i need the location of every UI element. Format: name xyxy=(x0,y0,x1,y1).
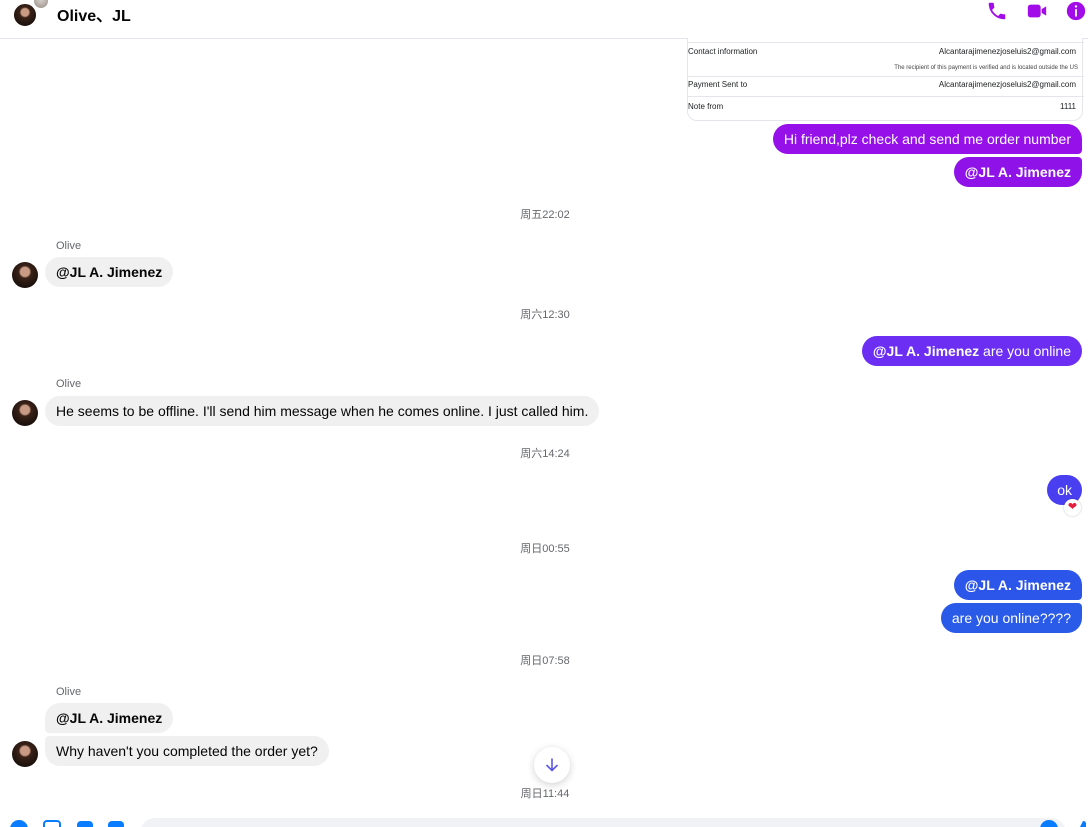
mention[interactable]: @JL A. Jimenez xyxy=(873,343,979,359)
sender-name: Olive xyxy=(56,240,82,252)
avatar[interactable] xyxy=(12,262,38,288)
arrow-down-icon xyxy=(546,758,558,772)
message-outgoing[interactable]: are you online???? xyxy=(940,603,1082,633)
composer-bar xyxy=(0,808,1088,827)
note-label: Note from xyxy=(688,102,724,111)
verified-note: The recipient of this payment is verifie… xyxy=(894,65,1078,71)
timestamp: 周五22:02 xyxy=(520,209,570,221)
message-outgoing[interactable]: Hi friend,plz check and send me order nu… xyxy=(772,124,1082,154)
timestamp: 周六12:30 xyxy=(520,309,570,321)
avatar-primary xyxy=(12,2,38,28)
message-outgoing[interactable]: @JL A. Jimenez xyxy=(953,157,1082,187)
avatar[interactable] xyxy=(12,741,38,767)
timestamp: 周六14:24 xyxy=(520,448,570,460)
conversation-title[interactable]: Olive、JL xyxy=(57,2,131,26)
plus-icon[interactable] xyxy=(10,820,28,827)
heart-reaction-icon[interactable]: ❤ xyxy=(1064,499,1081,516)
avatar[interactable] xyxy=(12,400,38,426)
emoji-icon[interactable] xyxy=(1040,820,1058,827)
contact-value: Alcantarajimenezjoseluis2@gmail.com xyxy=(938,47,1076,56)
messenger-window: Olive、JL Contact information Alcantaraji… xyxy=(0,0,1088,827)
contact-label: Contact information xyxy=(688,47,758,56)
gif-icon[interactable] xyxy=(107,820,125,827)
timestamp: 周日07:58 xyxy=(520,655,570,667)
divider xyxy=(688,76,1084,77)
timestamp: 周日00:55 xyxy=(520,543,570,555)
message-input[interactable] xyxy=(140,818,1066,827)
phone-icon[interactable] xyxy=(986,0,1008,22)
divider xyxy=(688,96,1084,97)
sender-name: Olive xyxy=(56,686,82,698)
timestamp: 周日11:44 xyxy=(520,788,570,800)
message-incoming[interactable]: He seems to be offline. I'll send him me… xyxy=(45,396,600,426)
info-icon[interactable] xyxy=(1065,0,1087,22)
message-incoming[interactable]: @JL A. Jimenez xyxy=(45,257,174,287)
divider xyxy=(688,42,1084,43)
gallery-icon[interactable] xyxy=(43,820,61,827)
note-value: 1111 xyxy=(1059,102,1076,111)
message-outgoing[interactable]: @JL A. Jimenez xyxy=(953,570,1082,600)
payment-receipt-card[interactable]: Contact information Alcantarajimenezjose… xyxy=(687,38,1084,121)
message-incoming[interactable]: Why haven't you completed the order yet? xyxy=(45,736,329,766)
sent-to-label: Payment Sent to xyxy=(688,80,748,89)
like-icon[interactable] xyxy=(1072,820,1088,827)
message-incoming[interactable]: @JL A. Jimenez xyxy=(45,703,174,733)
conversation-header: Olive、JL xyxy=(0,0,1088,39)
group-avatar[interactable] xyxy=(12,0,52,30)
sender-name: Olive xyxy=(56,378,82,390)
sent-to-value: Alcantarajimenezjoseluis2@gmail.com xyxy=(938,80,1076,89)
scroll-to-bottom-button[interactable] xyxy=(534,747,570,783)
message-outgoing[interactable]: @JL A. Jimenez are you online xyxy=(861,336,1082,366)
video-icon[interactable] xyxy=(1026,0,1048,22)
message-text: are you online xyxy=(979,343,1071,359)
sticker-icon[interactable] xyxy=(76,820,94,827)
